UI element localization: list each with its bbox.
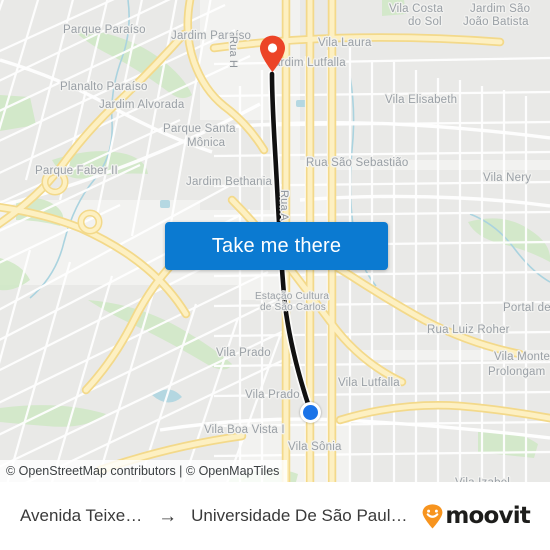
trip-summary-inner: Avenida Teixeira ... → Universidade De S… bbox=[0, 503, 550, 529]
moovit-trip-screen: Parque Paraíso Jardim Paraíso Vila Costa do… bbox=[0, 0, 550, 550]
moovit-wordmark: moovit bbox=[445, 503, 530, 529]
moovit-logo[interactable]: moovit bbox=[422, 503, 531, 529]
trip-origin-label[interactable]: Avenida Teixeira ... bbox=[20, 506, 144, 526]
map-attribution[interactable]: © OpenStreetMap contributors | © OpenMap… bbox=[0, 460, 288, 482]
destination-pin[interactable] bbox=[259, 35, 286, 73]
take-me-there-button[interactable]: Take me there bbox=[165, 222, 388, 270]
trip-summary-bar: Avenida Teixeira ... → Universidade De S… bbox=[0, 482, 550, 550]
map-canvas[interactable]: Parque Paraíso Jardim Paraíso Vila Costa do… bbox=[0, 0, 550, 482]
origin-dot[interactable] bbox=[300, 402, 321, 423]
attribution-text: © OpenStreetMap contributors | © OpenMap… bbox=[6, 464, 280, 478]
moovit-pin-icon bbox=[422, 503, 443, 529]
trip-destination-label[interactable]: Universidade De São Paulo - C... bbox=[191, 506, 408, 526]
arrow-right-icon: → bbox=[158, 505, 178, 527]
